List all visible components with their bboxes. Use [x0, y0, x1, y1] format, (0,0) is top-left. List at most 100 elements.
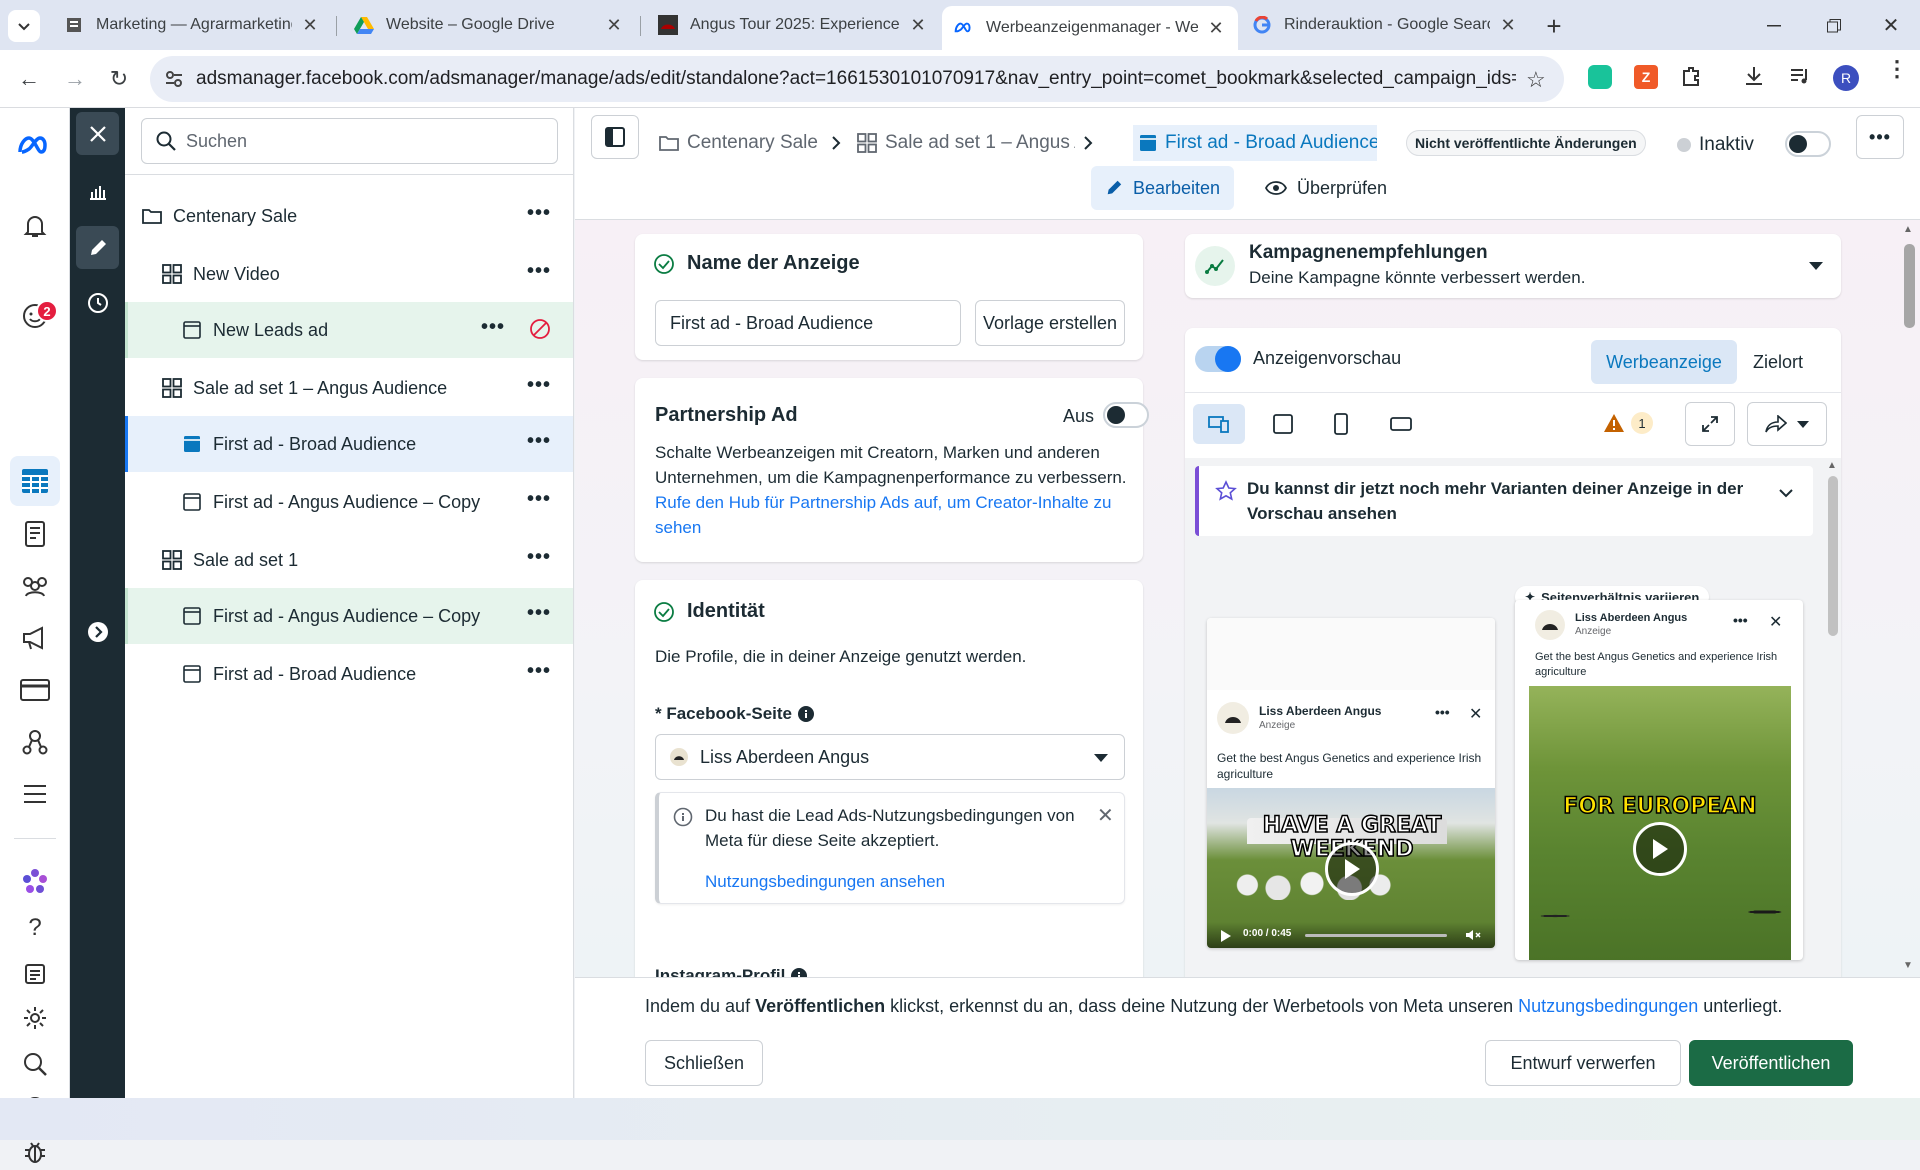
breadcrumb-adset[interactable]: Sale ad set 1 – Angus Auc — [857, 125, 1075, 161]
ads-table-icon[interactable] — [17, 463, 53, 499]
scroll-up-arrow[interactable]: ▲ — [1827, 460, 1837, 471]
placement-horizontal-button[interactable] — [1379, 404, 1423, 444]
more-options-icon[interactable]: ••• — [527, 374, 551, 397]
close-icon[interactable]: ✕ — [1097, 803, 1114, 828]
close-icon[interactable]: ✕ — [604, 15, 624, 36]
video-thumbnail[interactable]: FOR EUROPEAN — [1529, 686, 1791, 960]
browser-menu-icon[interactable]: ⋮ — [1886, 58, 1908, 80]
edit-pencil-icon[interactable] — [76, 226, 119, 269]
share-preview-button[interactable] — [1747, 402, 1827, 446]
search-input[interactable]: Suchen — [141, 118, 558, 164]
browser-tab[interactable]: Rinderauktion - Google Search ✕ — [1240, 6, 1530, 44]
profile-avatar[interactable]: R — [1833, 65, 1859, 91]
fullscreen-button[interactable] — [1685, 402, 1735, 446]
view-terms-link[interactable]: Nutzungsbedingungen ansehen — [705, 869, 945, 894]
play-button-icon[interactable] — [1633, 822, 1687, 876]
variants-banner[interactable]: Du kannst dir jetzt noch mehr Varianten … — [1195, 466, 1813, 536]
caret-down-icon[interactable] — [1809, 262, 1823, 270]
tree-item-ad[interactable]: First ad - Angus Audience – Copy ••• — [125, 588, 573, 644]
tab-preview-ad[interactable]: Werbeanzeige — [1591, 340, 1737, 384]
ad-name-input[interactable]: First ad - Broad Audience — [655, 300, 961, 346]
more-options-icon[interactable]: ••• — [481, 316, 505, 339]
billing-card-icon[interactable] — [17, 672, 53, 708]
info-icon[interactable] — [791, 968, 808, 977]
tab-preview-destination[interactable]: Zielort — [1753, 340, 1803, 384]
forward-button[interactable]: → — [60, 64, 90, 94]
browser-tab[interactable]: Website – Google Drive ✕ — [342, 6, 636, 44]
warnings-indicator[interactable]: 1 — [1603, 412, 1653, 434]
tree-item-ad[interactable]: First ad - Broad Audience ••• — [125, 646, 573, 702]
browser-tab[interactable]: Marketing — Agrarmarketing u ✕ — [52, 6, 332, 44]
close-window-button[interactable]: ✕ — [1876, 10, 1906, 40]
tree-item-adset[interactable]: Sale ad set 1 – Angus Audience ••• — [125, 360, 573, 416]
tab-review[interactable]: Überprüfen — [1251, 166, 1401, 210]
more-options-icon[interactable]: ••• — [527, 602, 551, 625]
bookmark-star-icon[interactable]: ☆ — [1526, 67, 1546, 93]
active-toggle[interactable] — [1785, 131, 1831, 157]
discard-draft-button[interactable]: Entwurf verwerfen — [1485, 1040, 1681, 1086]
reports-icon[interactable] — [17, 956, 53, 992]
campaign-recommendations-card[interactable]: Kampagnenempfehlungen Deine Kampagne kön… — [1185, 234, 1841, 298]
close-button[interactable]: Schließen — [645, 1040, 763, 1086]
meta-logo-icon[interactable] — [17, 128, 53, 164]
audiences-icon[interactable] — [17, 568, 53, 604]
create-template-button[interactable]: Vorlage erstellen — [975, 300, 1125, 346]
browser-tab[interactable]: Angus Tour 2025: Experience Iri ✕ — [646, 6, 940, 44]
video-thumbnail[interactable]: HAVE A GREAT WEEKEND 0:00 / 0:45 — [1207, 788, 1495, 948]
megaphone-icon[interactable] — [17, 620, 53, 656]
more-options-icon[interactable]: ••• — [527, 202, 551, 225]
placement-vertical-button[interactable] — [1319, 404, 1363, 444]
minimize-button[interactable] — [1760, 12, 1788, 40]
bell-icon[interactable] — [17, 208, 53, 244]
tab-edit[interactable]: Bearbeiten — [1091, 166, 1235, 210]
more-options-icon[interactable]: ••• — [527, 488, 551, 511]
bar-chart-icon[interactable] — [76, 170, 119, 213]
more-options-icon[interactable]: ••• — [527, 430, 551, 453]
page-scrollbar[interactable] — [1904, 244, 1915, 328]
placement-square-button[interactable] — [1261, 404, 1305, 444]
breadcrumb-ad-active[interactable]: First ad - Broad Audience — [1133, 125, 1377, 161]
preview-scrollbar[interactable] — [1828, 476, 1838, 636]
tree-item-campaign[interactable]: Centenary Sale ••• — [125, 188, 573, 244]
tree-item-ad-selected[interactable]: First ad - Broad Audience ••• — [125, 416, 573, 472]
help-icon[interactable]: ? — [17, 910, 53, 946]
play-icon[interactable] — [1221, 930, 1231, 942]
footer-terms-link[interactable]: Nutzungsbedingungen — [1518, 996, 1698, 1016]
media-control-icon[interactable] — [1788, 64, 1812, 88]
scroll-down-arrow[interactable]: ▼ — [1903, 960, 1913, 971]
facebook-page-select[interactable]: Liss Aberdeen Angus — [655, 734, 1125, 780]
partnership-hub-link[interactable]: Rufe den Hub für Partnership Ads auf, um… — [655, 490, 1135, 540]
more-actions-button[interactable]: ••• — [1856, 115, 1904, 159]
tree-item-adset[interactable]: New Video ••• — [125, 246, 573, 302]
download-icon[interactable] — [1742, 64, 1766, 88]
preview-toggle[interactable] — [1195, 346, 1241, 372]
url-omnibox[interactable]: adsmanager.facebook.com/adsmanager/manag… — [150, 56, 1564, 102]
puzzle-icon[interactable] — [1680, 64, 1704, 88]
site-settings-icon[interactable] — [164, 69, 184, 89]
more-options-icon[interactable]: ••• — [527, 546, 551, 569]
close-icon[interactable]: ✕ — [1206, 18, 1226, 39]
breadcrumb-campaign[interactable]: Centenary Sale — [659, 125, 818, 161]
browser-tab-active[interactable]: Werbeanzeigenmanager - Werb ✕ — [942, 6, 1238, 50]
search-icon[interactable] — [17, 1046, 53, 1082]
extension-icon[interactable]: Z — [1634, 65, 1658, 89]
hamburger-menu-icon[interactable] — [17, 776, 53, 812]
toggle-sidebar-button[interactable] — [591, 115, 639, 159]
expand-panel-icon[interactable] — [76, 610, 119, 653]
mute-icon[interactable] — [1465, 929, 1481, 941]
close-icon[interactable]: ✕ — [1498, 15, 1518, 36]
meta-ai-icon[interactable] — [17, 863, 53, 899]
scroll-up-arrow[interactable]: ▲ — [1903, 224, 1913, 235]
back-button[interactable]: ← — [14, 64, 44, 94]
close-editor-icon[interactable] — [76, 112, 119, 155]
extension-icon[interactable] — [1588, 65, 1612, 89]
tree-item-ad[interactable]: First ad - Angus Audience – Copy ••• — [125, 474, 573, 530]
close-icon[interactable]: ✕ — [908, 15, 928, 36]
more-options-icon[interactable]: ••• — [527, 260, 551, 283]
restore-button[interactable] — [1820, 12, 1848, 40]
publish-button[interactable]: Veröffentlichen — [1689, 1040, 1853, 1086]
reload-button[interactable]: ↻ — [104, 64, 134, 94]
business-network-icon[interactable] — [17, 724, 53, 760]
new-tab-button[interactable]: + — [1538, 10, 1570, 42]
more-options-icon[interactable]: ••• — [527, 660, 551, 683]
